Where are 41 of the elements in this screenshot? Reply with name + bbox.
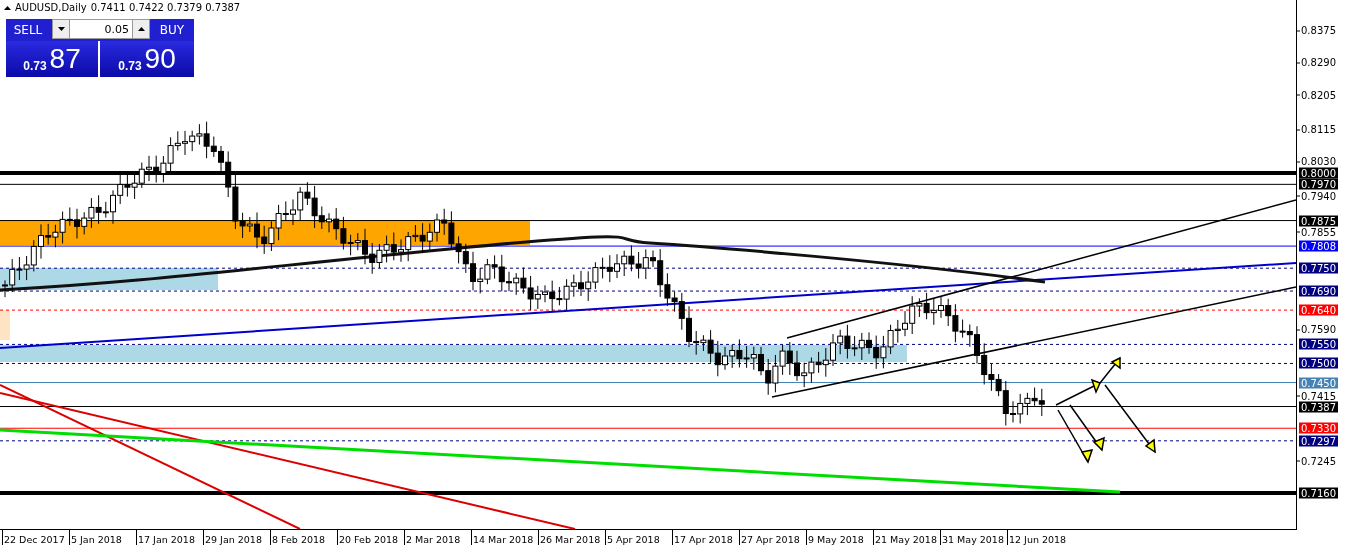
price-level-label: 0.7387 [1299,401,1338,412]
date-tick: 14 Mar 2018 [471,530,538,545]
date-tick: 22 Dec 2017 [2,530,69,545]
decrease-button[interactable] [52,19,70,39]
down-triangle-icon [57,27,65,31]
price-level-label: 0.7808 [1299,240,1338,252]
symbol-title: AUDUSD,Daily [15,2,87,13]
date-tick: 5 Apr 2018 [605,530,672,545]
date-tick: 9 May 2018 [806,530,873,545]
highlight-zone [0,310,10,340]
date-tick: 5 Jan 2018 [69,530,136,545]
price-level-label: 0.7750 [1299,262,1338,274]
date-tick: 20 Feb 2018 [337,530,404,545]
ohlc-values: 0.7411 0.7422 0.7379 0.7387 [90,2,241,13]
date-tick: 29 Jan 2018 [203,530,270,545]
price-level-label: 0.7550 [1299,338,1338,350]
date-tick: 31 May 2018 [940,530,1007,545]
price-level-label: 0.7297 [1299,435,1338,447]
date-tick: 2 Mar 2018 [404,530,471,545]
sell-price-button[interactable]: 0.73 87 [6,41,98,77]
increase-button[interactable] [132,19,150,39]
date-tick: 21 May 2018 [873,530,940,545]
date-tick: 17 Jan 2018 [136,530,203,545]
price-level-label: 0.7450 [1299,377,1338,388]
buy-price-button[interactable]: 0.73 90 [100,41,194,77]
price-level-label: 0.7970 [1299,178,1338,190]
date-tick: 27 Apr 2018 [739,530,806,545]
price-level-label: 0.7875 [1299,215,1338,227]
up-triangle-icon [137,27,145,31]
price-level-label: 0.7160 [1299,487,1338,499]
price-level-label: 0.8000 [1299,167,1338,179]
price-level-label: 0.7330 [1299,422,1338,434]
lot-size-field[interactable]: 0.05 [70,19,132,39]
price-level-label: 0.7690 [1299,285,1338,297]
date-tick: 26 Mar 2018 [538,530,605,545]
price-level-label: 0.7640 [1299,304,1338,316]
date-tick: 17 Apr 2018 [672,530,739,545]
date-tick: 8 Feb 2018 [270,530,337,545]
date-tick: 12 Jun 2018 [1007,530,1074,545]
price-level-label: 0.7500 [1299,357,1338,369]
triangle-icon [4,5,11,10]
